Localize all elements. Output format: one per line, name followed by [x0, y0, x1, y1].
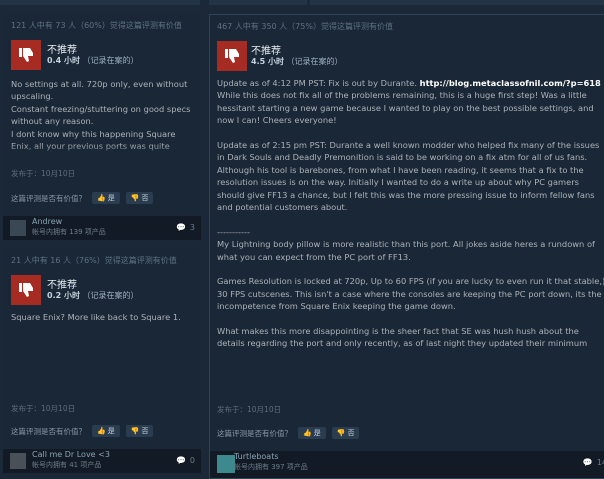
- helpful-question: 这篇评测是否有价值？ 👍 是 👎 否: [11, 425, 154, 437]
- update-rest: While this does not fix all of the probl…: [217, 90, 594, 126]
- playtime: 4.5 小时 （记录在案的）: [251, 56, 343, 67]
- author-products: 帐号内拥有 139 项产品: [32, 228, 106, 236]
- playtime: 0.4 小时 （记录在案的）: [47, 55, 139, 66]
- review-paragraph: No settings at all. 720p only, even with…: [11, 79, 188, 102]
- hours-note: （记录在案的）: [82, 291, 139, 300]
- hours-note: （记录在案的）: [82, 56, 139, 65]
- author-name[interactable]: Andrew: [32, 217, 62, 226]
- vote-no-button[interactable]: 👎 否: [125, 425, 154, 437]
- comment-icon: 💬: [175, 456, 186, 465]
- hours-value: 4.5 小时: [251, 57, 284, 66]
- helpful-question: 这篇评测是否有价值？ 👍 是 👎 否: [11, 192, 154, 204]
- previous-card-edge: [310, 0, 604, 5]
- vote-no-label: 否: [141, 194, 149, 202]
- helpful-question-text: 这篇评测是否有价值？: [217, 428, 292, 438]
- author-bar[interactable]: Call me Dr Love <3 帐号内拥有 41 项产品 💬 0: [3, 449, 201, 473]
- thumbs-down-icon: [217, 41, 247, 71]
- update-lead: Update as of 4:12 PM PST: Fix is out by …: [217, 78, 420, 88]
- review-paragraph: Update as of 2:15 pm PST: Durante a well…: [217, 140, 600, 213]
- thumbs-down-small-icon: 👎: [130, 194, 140, 202]
- helpful-question-text: 这篇评测是否有价值？: [11, 426, 86, 436]
- thumbs-up-icon: 👍: [97, 194, 106, 202]
- review-paragraph: My Lightning body pillow is more realist…: [217, 239, 595, 262]
- review-text: Update as of 4:12 PM PST: Fix is out by …: [217, 77, 604, 383]
- review-card: 21 人中有 16 人（76%）觉得这篇评测有价值 不推荐 0.2 小时 （记录…: [3, 249, 201, 473]
- vote-yes-label: 是: [107, 427, 115, 435]
- review-paragraph: What makes this more disappointing is th…: [217, 326, 588, 349]
- helpful-question-text: 这篇评测是否有价值？: [11, 193, 86, 203]
- author-bar[interactable]: Andrew 帐号内拥有 139 项产品 💬 3: [3, 216, 201, 240]
- author-name[interactable]: Call me Dr Love <3: [32, 450, 110, 459]
- avatar[interactable]: [217, 455, 235, 473]
- avatar[interactable]: [10, 453, 26, 469]
- comment-count-value: 14: [596, 458, 604, 467]
- vote-no-label: 否: [141, 427, 149, 435]
- vote-yes-button[interactable]: 👍 是: [298, 427, 326, 439]
- review-verdict: 不推荐: [47, 45, 77, 56]
- review-verdict: 不推荐: [251, 46, 281, 57]
- helpful-question: 这篇评测是否有价值？ 👍 是 👎 否: [217, 427, 360, 439]
- review-card-featured: 467 人中有 350 人（75%）觉得这篇评测有价值 不推荐 4.5 小时 （…: [209, 14, 604, 479]
- vote-no-label: 否: [347, 429, 355, 437]
- review-card: 121 人中有 73 人（60%）觉得这篇评测有价值 不推荐 0.4 小时 （记…: [3, 14, 201, 240]
- comment-count[interactable]: 💬14: [583, 458, 604, 467]
- author-products: 帐号内拥有 397 项产品: [234, 463, 308, 471]
- posted-date: 发布于：10月10日: [11, 169, 76, 178]
- avatar[interactable]: [10, 220, 26, 236]
- review-paragraph: Square Enix? More like back to Square 1.: [11, 312, 181, 322]
- thumbs-down-small-icon: 👎: [336, 429, 346, 437]
- vote-yes-button[interactable]: 👍 是: [92, 192, 120, 204]
- review-paragraph: Games Resolution is locked at 720p, Up t…: [217, 276, 604, 312]
- review-verdict: 不推荐: [47, 280, 77, 291]
- author-name[interactable]: Turtleboats: [234, 452, 279, 461]
- comment-count-value: 3: [189, 223, 195, 232]
- review-text: Square Enix? More like back to Square 1.: [11, 311, 195, 323]
- helpful-summary: 121 人中有 73 人（60%）觉得这篇评测有价值: [11, 21, 182, 30]
- thumbs-up-icon: 👍: [97, 427, 106, 435]
- thumbs-down-icon: [11, 40, 41, 70]
- previous-card-edge: [209, 0, 307, 5]
- comment-count[interactable]: 💬 0: [176, 456, 195, 465]
- hours-note: （记录在案的）: [286, 57, 343, 66]
- review-update: Update as of 4:12 PM PST: Fix is out by …: [217, 77, 604, 127]
- thumbs-up-icon: 👍: [303, 429, 312, 437]
- helpful-summary: 467 人中有 350 人（75%）觉得这篇评测有价值: [217, 22, 393, 31]
- posted-date: 发布于：10月10日: [217, 405, 282, 414]
- vote-yes-button[interactable]: 👍 是: [92, 425, 120, 437]
- hours-value: 0.4 小时: [47, 56, 80, 65]
- review-divider: -----------: [217, 226, 250, 237]
- thumbs-down-small-icon: 👎: [130, 427, 140, 435]
- vote-yes-label: 是: [313, 429, 321, 437]
- hours-value: 0.2 小时: [47, 291, 80, 300]
- comment-icon: 💬: [175, 223, 186, 232]
- playtime: 0.2 小时 （记录在案的）: [47, 290, 139, 301]
- helpful-summary: 21 人中有 16 人（76%）觉得这篇评测有价值: [11, 256, 177, 265]
- posted-date: 发布于：10月10日: [11, 404, 76, 413]
- comment-icon: 💬: [582, 458, 593, 467]
- vote-no-button[interactable]: 👎 否: [331, 427, 360, 439]
- thumbs-down-icon: [11, 275, 41, 305]
- review-paragraph: Constant freezing/stuttering on good spe…: [11, 103, 191, 127]
- vote-no-button[interactable]: 👎 否: [125, 192, 154, 204]
- vote-yes-label: 是: [107, 194, 115, 202]
- author-products: 帐号内拥有 41 项产品: [32, 461, 102, 469]
- fix-link[interactable]: http://blog.metaclassofnil.com/?p=618: [420, 78, 601, 88]
- author-bar[interactable]: Turtleboats 帐号内拥有 397 项产品 💬14: [210, 451, 604, 478]
- previous-card-edge: [0, 0, 200, 5]
- comment-count-value: 0: [189, 456, 195, 465]
- comment-count[interactable]: 💬 3: [176, 223, 195, 232]
